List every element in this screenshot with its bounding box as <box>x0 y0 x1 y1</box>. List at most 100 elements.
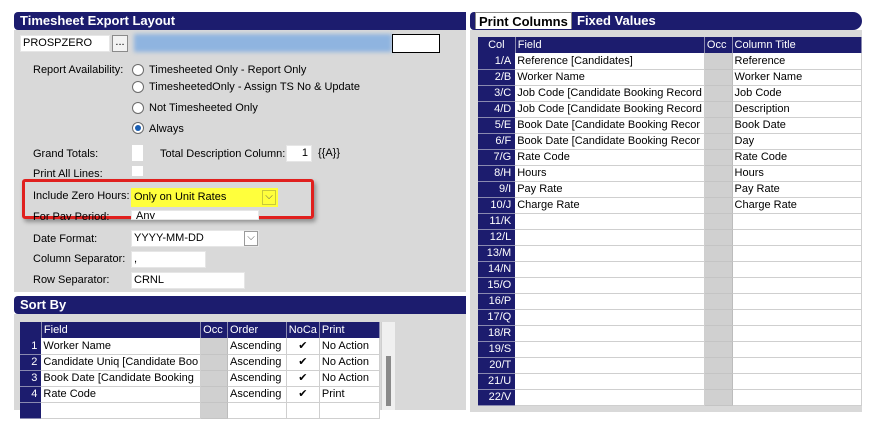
col-occ-cell[interactable] <box>704 165 733 182</box>
sort-row-number[interactable] <box>20 402 42 419</box>
col-occ-cell[interactable] <box>704 389 733 406</box>
check-icon[interactable]: ✔ <box>286 354 320 371</box>
sort-row-number[interactable]: 4 <box>20 386 42 403</box>
col-number-cell[interactable]: 15/O <box>478 277 516 294</box>
col-number-cell[interactable]: 17/Q <box>478 309 516 326</box>
col-number-cell[interactable]: 3/C <box>478 85 516 102</box>
table-row[interactable]: 14/N <box>478 261 863 278</box>
sort-header-print[interactable]: Print <box>319 322 381 338</box>
check-icon[interactable]: ✔ <box>286 370 320 387</box>
sort-field-cell[interactable]: Worker Name <box>41 338 202 355</box>
col-title-cell[interactable]: Reference <box>732 53 863 70</box>
tab-fixed-values[interactable]: Fixed Values <box>574 12 659 29</box>
sort-row-number[interactable]: 3 <box>20 370 42 387</box>
sort-scrollbar-thumb[interactable] <box>386 356 391 406</box>
for-pay-period-select[interactable]: Any <box>131 210 259 220</box>
col-number-cell[interactable]: 9/I <box>478 181 516 198</box>
col-occ-cell[interactable] <box>704 101 733 118</box>
total-desc-column-field[interactable]: 1 <box>286 145 312 162</box>
col-field-cell[interactable]: Book Date [Candidate Booking Recor <box>515 133 705 150</box>
col-header-field[interactable]: Field <box>515 37 705 53</box>
col-occ-cell[interactable] <box>704 309 733 326</box>
col-field-cell[interactable] <box>515 261 705 278</box>
col-field-cell[interactable] <box>515 245 705 262</box>
col-title-cell[interactable] <box>732 229 863 246</box>
col-number-cell[interactable]: 16/P <box>478 293 516 310</box>
sort-field-cell[interactable]: Book Date [Candidate Booking <box>41 370 202 387</box>
description-field-end[interactable] <box>392 34 440 53</box>
table-row[interactable]: 5/E Book Date [Candidate Booking Recor Boo… <box>478 117 863 134</box>
col-occ-cell[interactable] <box>704 53 733 70</box>
col-occ-cell[interactable] <box>704 133 733 150</box>
col-number-cell[interactable]: 2/B <box>478 69 516 86</box>
chevron-down-icon[interactable]: ⌵ <box>262 190 276 205</box>
col-title-cell[interactable] <box>732 341 863 358</box>
chevron-down-icon[interactable]: ⌵ <box>244 231 258 246</box>
col-number-cell[interactable]: 11/K <box>478 213 516 230</box>
col-occ-cell[interactable] <box>704 373 733 390</box>
table-row[interactable]: 6/F Book Date [Candidate Booking Recor Day <box>478 133 863 150</box>
table-row[interactable]: 21/U <box>478 373 863 390</box>
col-occ-cell[interactable] <box>704 293 733 310</box>
col-occ-cell[interactable] <box>704 85 733 102</box>
col-title-cell[interactable] <box>732 389 863 406</box>
sort-noca-cell[interactable] <box>286 402 320 419</box>
col-title-cell[interactable]: Job Code <box>732 85 863 102</box>
table-row[interactable]: 3/C Job Code [Candidate Booking Record Job… <box>478 85 863 102</box>
table-row[interactable]: 4/D Job Code [Candidate Booking Record Des… <box>478 101 863 118</box>
col-field-cell[interactable] <box>515 325 705 342</box>
sort-occ-cell[interactable] <box>200 338 228 355</box>
table-row[interactable]: 2 Candidate Uniq [Candidate Boo Ascending ✔… <box>20 354 381 371</box>
row-separator-field[interactable]: CRNL <box>131 272 245 289</box>
include-zero-hours-select[interactable]: Only on Unit Rates <box>131 188 278 207</box>
col-occ-cell[interactable] <box>704 197 733 214</box>
col-occ-cell[interactable] <box>704 229 733 246</box>
table-row[interactable]: 16/P <box>478 293 863 310</box>
sort-occ-cell[interactable] <box>200 402 228 419</box>
sort-header-order[interactable]: Order <box>227 322 287 338</box>
sort-field-cell[interactable]: Rate Code <box>41 386 202 403</box>
table-row[interactable]: 7/G Rate Code Rate Code <box>478 149 863 166</box>
check-icon[interactable]: ✔ <box>286 386 320 403</box>
sort-order-cell[interactable]: Ascending <box>227 354 287 371</box>
table-row[interactable]: 17/Q <box>478 309 863 326</box>
col-field-cell[interactable]: Book Date [Candidate Booking Recor <box>515 117 705 134</box>
col-title-cell[interactable] <box>732 261 863 278</box>
column-separator-field[interactable]: , <box>131 251 206 268</box>
col-number-cell[interactable]: 21/U <box>478 373 516 390</box>
table-row[interactable]: 1 Worker Name Ascending ✔ No Action <box>20 338 381 355</box>
col-number-cell[interactable]: 12/L <box>478 229 516 246</box>
table-row[interactable]: 10/J Charge Rate Charge Rate <box>478 197 863 214</box>
col-field-cell[interactable] <box>515 213 705 230</box>
sort-row-number[interactable]: 2 <box>20 354 42 371</box>
col-occ-cell[interactable] <box>704 245 733 262</box>
sort-print-cell[interactable]: No Action <box>319 338 381 355</box>
availability-radio-4[interactable] <box>132 122 144 134</box>
col-number-cell[interactable]: 6/F <box>478 133 516 150</box>
col-number-cell[interactable]: 1/A <box>478 53 516 70</box>
col-field-cell[interactable]: Charge Rate <box>515 197 705 214</box>
col-title-cell[interactable]: Rate Code <box>732 149 863 166</box>
sort-occ-cell[interactable] <box>200 370 228 387</box>
col-occ-cell[interactable] <box>704 181 733 198</box>
table-row[interactable]: 4 Rate Code Ascending ✔ Print <box>20 386 381 403</box>
sort-print-cell[interactable] <box>319 402 381 419</box>
table-row[interactable]: 12/L <box>478 229 863 246</box>
sort-header-occ[interactable]: Occ <box>200 322 228 338</box>
col-title-cell[interactable] <box>732 277 863 294</box>
browse-button[interactable]: ... <box>112 35 128 52</box>
sort-occ-cell[interactable] <box>200 354 228 371</box>
table-row[interactable]: 9/I Pay Rate Pay Rate <box>478 181 863 198</box>
tab-print-columns[interactable]: Print Columns <box>475 12 572 29</box>
col-header-col[interactable]: Col <box>478 37 516 53</box>
col-occ-cell[interactable] <box>704 149 733 166</box>
col-field-cell[interactable] <box>515 357 705 374</box>
col-field-cell[interactable]: Job Code [Candidate Booking Record <box>515 101 705 118</box>
col-occ-cell[interactable] <box>704 341 733 358</box>
sort-order-cell[interactable]: Ascending <box>227 370 287 387</box>
layout-code-field[interactable]: PROSPZERO <box>20 35 110 52</box>
table-row[interactable]: 22/V <box>478 389 863 406</box>
col-title-cell[interactable]: Day <box>732 133 863 150</box>
col-field-cell[interactable] <box>515 293 705 310</box>
col-field-cell[interactable] <box>515 277 705 294</box>
